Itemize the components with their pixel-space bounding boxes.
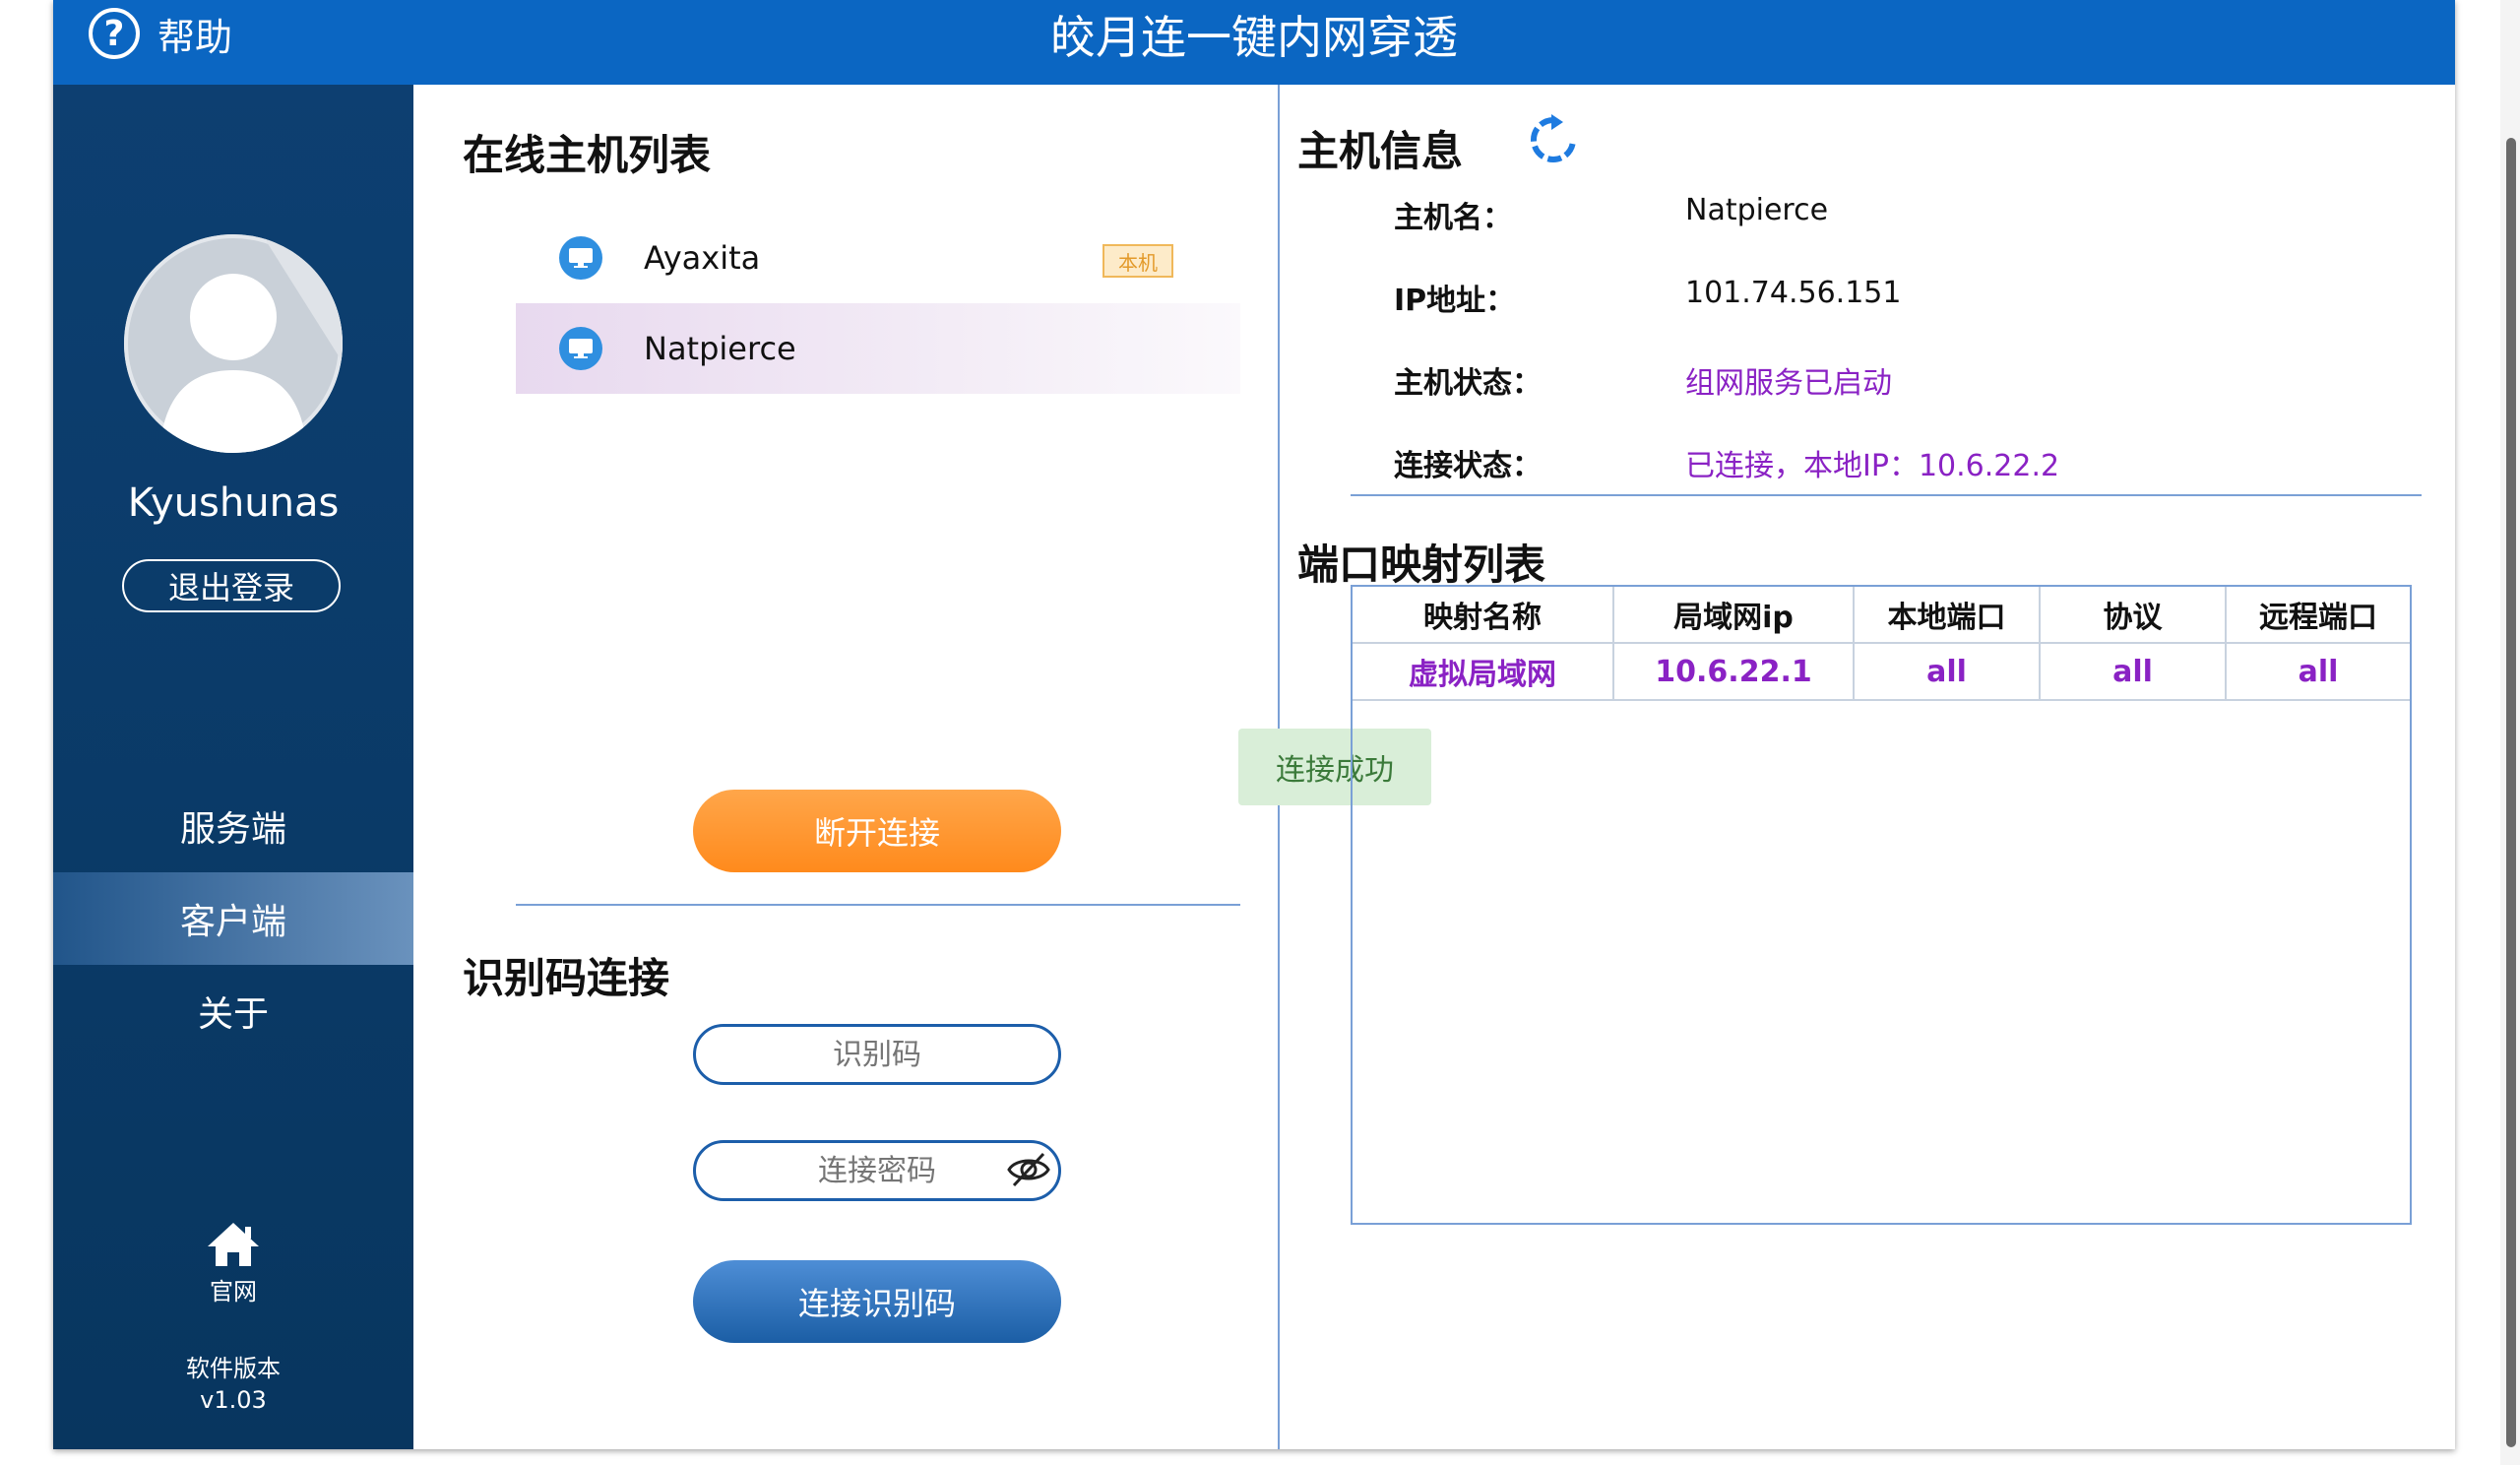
table-cell: all (1854, 643, 2041, 701)
connection-status-label: 连接状态： (1394, 449, 1542, 483)
logout-button[interactable]: 退出登录 (122, 559, 341, 612)
eye-slash-icon[interactable] (1006, 1150, 1051, 1189)
connect-code-button[interactable]: 连接识别码 (693, 1260, 1061, 1343)
refresh-icon[interactable] (1530, 114, 1577, 165)
connection-status-value: 已连接，本地IP：10.6.22.2 (1685, 449, 2060, 483)
host-name-value: Natpierce (1685, 193, 1829, 227)
code-input[interactable] (693, 1024, 1061, 1085)
app-title: 皎月连一键内网穿透 (1050, 11, 1458, 64)
column-header: 局域网ip (1613, 587, 1855, 644)
sidebar: Kyushunas 退出登录 服务端 客户端 关于 官网 软件版本 v1.03 (53, 85, 413, 1449)
username: Kyushunas (127, 480, 340, 526)
table-cell: all (2226, 643, 2410, 701)
disconnect-button[interactable]: 断开连接 (693, 790, 1061, 872)
ip-address-label: IP地址： (1394, 284, 1516, 318)
host-list-title: 在线主机列表 (463, 131, 712, 179)
nav-item-about[interactable]: 关于 (53, 965, 413, 1057)
table-cell: 虚拟局域网 (1353, 643, 1614, 701)
scrollbar-thumb[interactable] (2506, 138, 2516, 1447)
home-label: 官网 (210, 1278, 257, 1306)
host-info-title: 主机信息 (1297, 127, 1464, 175)
version-number: v1.03 (200, 1386, 267, 1414)
host-list-item-selected[interactable]: Natpierce (516, 303, 1240, 394)
home-link[interactable]: 官网 (201, 1221, 266, 1306)
code-connect-title: 识别码连接 (463, 954, 670, 1002)
table-row[interactable]: 虚拟局域网 10.6.22.1 all all all (1353, 643, 2410, 701)
title-bar: ? 帮助 皎月连一键内网穿透 (53, 0, 2455, 85)
avatar (124, 234, 343, 453)
nav-item-server[interactable]: 服务端 (53, 780, 413, 872)
version-info: 软件版本 v1.03 (53, 1353, 413, 1416)
column-header: 映射名称 (1353, 587, 1614, 644)
column-header: 本地端口 (1854, 587, 2041, 644)
app-window: ? 帮助 皎月连一键内网穿透 Kyushunas 退出登录 服务端 客户端 关于… (53, 0, 2455, 1449)
host-name: Natpierce (644, 330, 796, 367)
column-header: 远程端口 (2226, 587, 2410, 644)
port-map-table: 映射名称 局域网ip 本地端口 协议 远程端口 虚拟局域网 10.6.22.1 … (1351, 585, 2412, 1225)
local-machine-badge: 本机 (1102, 244, 1173, 278)
table-cell: all (2040, 643, 2227, 701)
host-name-label: 主机名： (1394, 201, 1512, 235)
table-cell: 10.6.22.1 (1613, 643, 1855, 701)
nav-item-client[interactable]: 客户端 (53, 872, 413, 965)
version-label: 软件版本 (186, 1355, 281, 1382)
divider (1351, 494, 2422, 496)
divider (516, 904, 1240, 906)
port-map-title: 端口映射列表 (1297, 541, 1546, 589)
ip-address-value: 101.74.56.151 (1685, 276, 1902, 310)
host-status-value: 组网服务已启动 (1685, 366, 1892, 401)
computer-icon (559, 236, 602, 280)
host-list-item[interactable]: Ayaxita 本机 (516, 213, 1240, 303)
host-name: Ayaxita (644, 239, 761, 277)
table-header-row: 映射名称 局域网ip 本地端口 协议 远程端口 (1353, 587, 2410, 644)
home-icon (208, 1223, 259, 1266)
computer-icon (559, 327, 602, 370)
host-status-label: 主机状态： (1394, 366, 1542, 401)
column-header: 协议 (2040, 587, 2227, 644)
